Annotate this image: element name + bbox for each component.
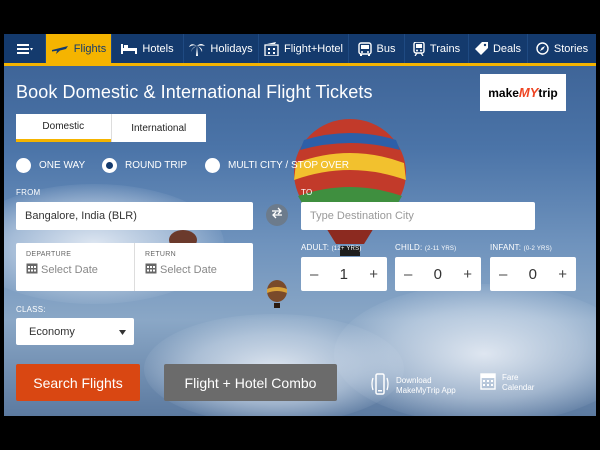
bus-icon bbox=[357, 41, 372, 56]
class-value: Economy bbox=[29, 325, 75, 338]
plane-icon bbox=[51, 44, 69, 54]
plus-button[interactable]: + bbox=[558, 266, 567, 283]
from-label: FROM bbox=[16, 188, 41, 197]
top-navigation: Flights Hotels Holidays Flight+Hotel Bus… bbox=[4, 34, 596, 66]
palm-tree-icon bbox=[189, 42, 206, 56]
adult-count: 1 bbox=[339, 265, 348, 283]
calendar-icon bbox=[480, 372, 496, 393]
radio-label: ROUND TRIP bbox=[125, 160, 188, 171]
child-age-hint: (2-11 YRS) bbox=[424, 246, 457, 252]
nav-item-label: Stories bbox=[553, 42, 589, 55]
radio-label: ONE WAY bbox=[39, 160, 86, 171]
nav-item-holidays[interactable]: Holidays bbox=[184, 34, 259, 63]
logo-text: make bbox=[488, 85, 519, 100]
nav-item-hotels[interactable]: Hotels bbox=[112, 34, 184, 63]
minus-button[interactable]: – bbox=[310, 266, 318, 283]
train-icon bbox=[413, 41, 425, 56]
nav-item-label: Flight+Hotel bbox=[283, 42, 343, 55]
screenshot-frame: Flights Hotels Holidays Flight+Hotel Bus… bbox=[0, 0, 600, 450]
radio-one-way[interactable]: ONE WAY bbox=[16, 158, 85, 173]
to-input[interactable]: Type Destination City bbox=[301, 202, 535, 230]
infant-stepper: – 0 + bbox=[490, 257, 576, 291]
calendar-icon bbox=[145, 262, 157, 277]
search-flights-button[interactable]: Search Flights bbox=[16, 364, 140, 401]
logo-text: MY bbox=[518, 85, 539, 100]
radio-round-trip[interactable]: ROUND TRIP bbox=[102, 158, 187, 173]
page-title: Book Domestic & International Flight Tic… bbox=[16, 82, 373, 102]
minus-button[interactable]: – bbox=[404, 266, 412, 283]
flight-hotel-icon bbox=[264, 41, 279, 56]
class-select[interactable]: Economy bbox=[16, 318, 134, 345]
nav-item-stories[interactable]: Stories bbox=[528, 34, 596, 63]
promo-text: Fare bbox=[502, 372, 519, 382]
infant-age-hint: (0-2 YRS) bbox=[523, 246, 552, 252]
adult-label: ADULT: (12+ YRS) bbox=[301, 243, 361, 252]
tab-domestic[interactable]: Domestic bbox=[16, 114, 111, 142]
promo-text: MakeMyTrip App bbox=[396, 385, 456, 395]
nav-item-label: Flights bbox=[73, 42, 107, 55]
nav-item-label: Deals bbox=[492, 42, 522, 55]
flight-search-page: Flights Hotels Holidays Flight+Hotel Bus… bbox=[4, 34, 596, 416]
nav-item-flight-hotel[interactable]: Flight+Hotel bbox=[259, 34, 349, 63]
radio-label: MULTI CITY / STOP OVER bbox=[228, 160, 349, 171]
minus-button[interactable]: – bbox=[499, 266, 507, 283]
child-label: CHILD: (2-11 YRS) bbox=[395, 243, 456, 252]
makemytrip-logo[interactable]: make MY trip bbox=[480, 74, 566, 111]
nav-item-bus[interactable]: Bus bbox=[349, 34, 405, 63]
hot-air-balloon-image bbox=[267, 280, 287, 308]
plus-button[interactable]: + bbox=[463, 266, 472, 283]
promo-text: Download bbox=[396, 375, 432, 385]
departure-date-field[interactable]: DEPARTURE Select Date bbox=[16, 243, 134, 291]
departure-label: DEPARTURE bbox=[26, 251, 72, 258]
departure-date-value: Select Date bbox=[41, 263, 98, 276]
swap-cities-button[interactable] bbox=[266, 204, 288, 226]
class-label: CLASS: bbox=[16, 305, 46, 314]
return-date-value: Select Date bbox=[160, 263, 217, 276]
child-label-text: CHILD: bbox=[395, 243, 423, 252]
fare-calendar-link[interactable]: Fare Calendar bbox=[480, 372, 552, 393]
bed-icon bbox=[121, 43, 138, 54]
nav-item-deals[interactable]: Deals bbox=[469, 34, 528, 63]
hamburger-menu-button[interactable] bbox=[4, 34, 46, 63]
date-picker-group: DEPARTURE Select Date RETURN Select Date bbox=[16, 243, 253, 291]
return-label: RETURN bbox=[145, 251, 176, 258]
radio-circle bbox=[16, 158, 31, 173]
child-stepper: – 0 + bbox=[395, 257, 481, 291]
radio-circle bbox=[205, 158, 220, 173]
swap-arrows-icon bbox=[271, 206, 283, 224]
promo-text: Calendar bbox=[502, 382, 535, 392]
nav-item-trains[interactable]: Trains bbox=[405, 34, 469, 63]
download-app-link[interactable]: Download MakeMyTrip App bbox=[370, 372, 466, 399]
infant-label-text: INFANT: bbox=[490, 243, 522, 252]
tab-international[interactable]: International bbox=[110, 114, 207, 142]
trip-region-tabs: Domestic International bbox=[16, 114, 206, 142]
child-count: 0 bbox=[433, 265, 442, 283]
flight-hotel-combo-button[interactable]: Flight + Hotel Combo bbox=[164, 364, 337, 401]
nav-item-label: Bus bbox=[376, 42, 396, 55]
tag-icon bbox=[474, 42, 488, 55]
infant-label: INFANT: (0-2 YRS) bbox=[490, 243, 552, 252]
from-input[interactable]: Bangalore, India (BLR) bbox=[16, 202, 253, 230]
calendar-icon bbox=[26, 262, 38, 277]
nav-item-label: Holidays bbox=[210, 42, 253, 55]
nav-item-label: Hotels bbox=[142, 42, 174, 55]
logo-text: trip bbox=[538, 85, 558, 100]
nav-item-flights[interactable]: Flights bbox=[46, 34, 112, 63]
nav-item-label: Trains bbox=[429, 42, 461, 55]
radio-multi-city[interactable]: MULTI CITY / STOP OVER bbox=[205, 158, 349, 173]
adult-stepper: – 1 + bbox=[301, 257, 387, 291]
plus-button[interactable]: + bbox=[369, 266, 378, 283]
radio-circle-selected bbox=[102, 158, 117, 173]
return-date-field[interactable]: RETURN Select Date bbox=[134, 243, 253, 291]
hamburger-icon bbox=[16, 43, 33, 55]
compass-icon bbox=[536, 42, 549, 55]
infant-count: 0 bbox=[528, 265, 537, 283]
adult-age-hint: (12+ YRS) bbox=[331, 246, 362, 252]
caret-down-icon bbox=[119, 326, 126, 338]
adult-label-text: ADULT: bbox=[301, 243, 330, 252]
mobile-phone-icon bbox=[370, 372, 390, 399]
to-label: TO bbox=[301, 188, 313, 197]
